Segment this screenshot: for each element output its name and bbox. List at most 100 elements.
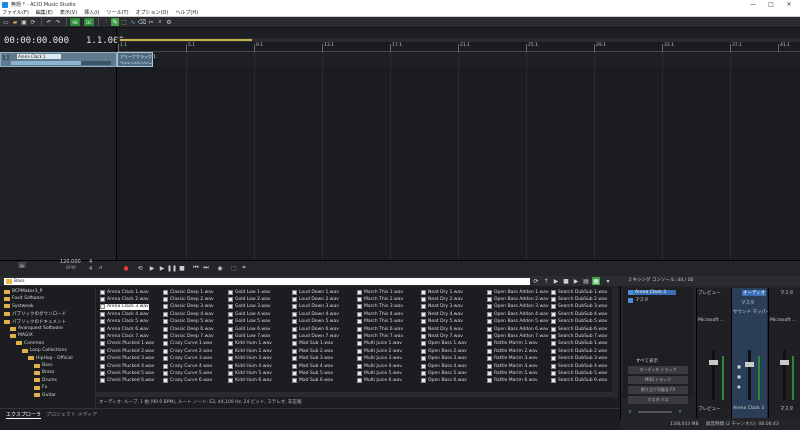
list-item[interactable]: Gold Low 1.wav [228,289,270,295]
list-item[interactable]: Check Plucked 2.wav [100,348,154,354]
tab-project-media[interactable]: プロジェクト メディア [46,411,97,418]
list-item[interactable]: Check Plucked 4.wav [100,363,154,369]
menu-file[interactable]: ファイル(F) [2,9,29,16]
list-item[interactable]: Classic Deep 2.wav [163,296,214,302]
list-item[interactable]: March This 1.wav [357,289,403,295]
list-item[interactable]: Loud Down 6.wav [292,326,339,332]
time-sig-bottom[interactable]: 4 [89,266,92,272]
list-item[interactable]: Search DubSub 6.wav [551,378,607,384]
menu-options[interactable]: オプション(O) [136,9,169,16]
assignable-fx-button[interactable]: 割り当て可能な FX [628,386,688,394]
list-item[interactable]: Multi Juice 5.wav [357,370,402,376]
list-item[interactable]: Loud Down 1.wav [292,289,339,295]
audio-fader-track[interactable] [748,350,751,400]
list-item[interactable]: Gold Low 5.wav [228,319,270,325]
list-item[interactable]: Arena Clack 6.wav [100,326,149,332]
list-item[interactable]: Classic Deep 4.wav [163,311,214,317]
list-item[interactable]: Arena Clack 5.wav [100,319,149,325]
list-item[interactable]: Kidd Hum 2.wav [228,348,272,354]
list-item[interactable]: Mad Sub 4.wav [292,363,333,369]
list-item[interactable]: Rattle Marim 1.wav [487,341,538,347]
audio-fader-knob[interactable] [745,362,754,367]
list-item[interactable]: Neat Dry 5.wav [421,319,463,325]
list-item[interactable]: Classic Deep 1.wav [163,289,214,295]
list-item[interactable]: Open Bass Addon 4.wav [487,311,549,317]
minimize-button[interactable]: — [746,0,760,9]
list-item[interactable]: Open Bass 6.wav [421,378,467,384]
tempo-value[interactable]: 120.000 [60,259,81,265]
list-item[interactable]: Open Bass 5.wav [421,370,467,376]
checkbox-icon[interactable] [628,297,633,303]
preview-fader-track[interactable] [712,350,715,400]
list-item[interactable]: Check Plucked 5.wav [100,370,154,376]
render-icon[interactable]: ⟳ [29,18,37,26]
show-all-label[interactable]: すべて表示 [636,358,658,364]
stop-icon[interactable]: ■ [178,264,186,272]
track-header[interactable]: 1 Arena Clack 1 [0,52,117,67]
folder-tree-item[interactable]: Bass [34,363,53,368]
list-item[interactable]: Open Bass Addon 2.wav [487,296,549,302]
list-item[interactable]: Multi Juice 6.wav [357,378,402,384]
list-item[interactable]: Gold Low 3.wav [228,304,270,310]
list-item[interactable]: Open Bass 4.wav [421,363,467,369]
list-item[interactable]: Kidd Hum 3.wav [228,356,272,362]
folder-tree-item[interactable]: Fx [34,385,47,390]
list-item[interactable]: Search DubSub 5.wav [551,370,607,376]
list-item[interactable]: Mad Sub 5.wav [292,370,333,376]
close-button[interactable]: ✕ [782,0,796,9]
checkbox-icon[interactable] [628,290,633,295]
list-item[interactable]: Loud Down 7.wav [292,333,339,339]
go-to-start-icon[interactable]: ⏮ [192,264,200,272]
gear-icon[interactable]: ⚙ [165,18,173,26]
list-item[interactable]: Gold Low 6.wav [228,326,270,332]
snap-to-grid-icon[interactable]: ⌗ [240,264,248,272]
list-item[interactable]: Open Bass Addon 6.wav [487,326,549,332]
menu-edit[interactable]: 編集(E) [36,9,53,16]
list-item[interactable]: Loud Down 4.wav [292,311,339,317]
list-item[interactable]: Classic Deep 5.wav [163,319,214,325]
folder-tree-item[interactable]: パブリックのドキュメント [4,319,66,325]
list-item[interactable]: Neat Dry 7.wav [421,333,463,339]
arm-icon[interactable]: ● [735,382,743,390]
list-item[interactable]: Crazy Curve 3.wav [163,356,212,362]
list-item[interactable]: Open Bass 3.wav [421,356,467,362]
list-item[interactable]: Neat Dry 1.wav [421,289,463,295]
list-item[interactable]: Check Plucked 6.wav [100,378,154,384]
list-item[interactable]: Gold Low 4.wav [228,311,270,317]
list-item[interactable]: Kidd Hum 5.wav [228,370,272,376]
pause-icon[interactable]: ❚❚ [167,264,177,272]
maximize-button[interactable]: □ [764,0,778,9]
list-item[interactable]: Neat Dry 6.wav [421,326,463,332]
preview-play-icon[interactable]: ▶ [552,277,560,285]
list-item[interactable]: Neat Dry 3.wav [421,304,463,310]
go-to-end-icon[interactable]: ⏭ [202,264,210,272]
mute-icon[interactable]: ■ [735,362,743,370]
list-item[interactable]: March This 5.wav [357,319,403,325]
folder-tree-item[interactable]: HipHop - Official [28,356,73,361]
folder-tree-item[interactable]: Guitar [34,393,56,398]
folder-tree-item[interactable]: Brass [34,370,54,375]
selection-icon[interactable]: ⬚ [230,264,238,272]
zoom-icon[interactable]: ⌕ [156,18,164,26]
strip-device[interactable]: Microsoft ... [698,318,724,323]
folder-tree-item[interactable]: BCPMaker3_P [4,289,42,294]
preview-fader-knob[interactable] [709,360,718,365]
list-item[interactable]: March This 7.wav [357,333,403,339]
list-item[interactable]: Kidd Hum 6.wav [228,378,272,384]
views-menu-icon[interactable]: ▾ [604,277,612,285]
envelope-icon[interactable]: ∿ [129,18,137,26]
list-item[interactable]: Kidd Hum 1.wav [228,341,272,347]
list-item[interactable]: Open Bass 2.wav [421,348,467,354]
start-preview-icon[interactable]: ▤ [582,277,590,285]
list-item[interactable]: Search DubSub 7.wav [551,333,607,339]
auto-preview-icon[interactable]: ▶ [572,277,580,285]
loop-region[interactable] [120,39,252,41]
list-item[interactable]: March This 3.wav [357,304,403,310]
list-item[interactable]: Arena Clack 4.wav [100,311,149,317]
track-volume-slider[interactable] [11,61,111,65]
master-bus-button[interactable]: マスタ バス [628,396,688,404]
folder-tree-item[interactable]: Drums [34,378,57,383]
list-item[interactable]: Neat Dry 4.wav [421,311,463,317]
solo-icon[interactable]: ■ [735,372,743,380]
list-item[interactable]: Neat Dry 2.wav [421,296,463,302]
